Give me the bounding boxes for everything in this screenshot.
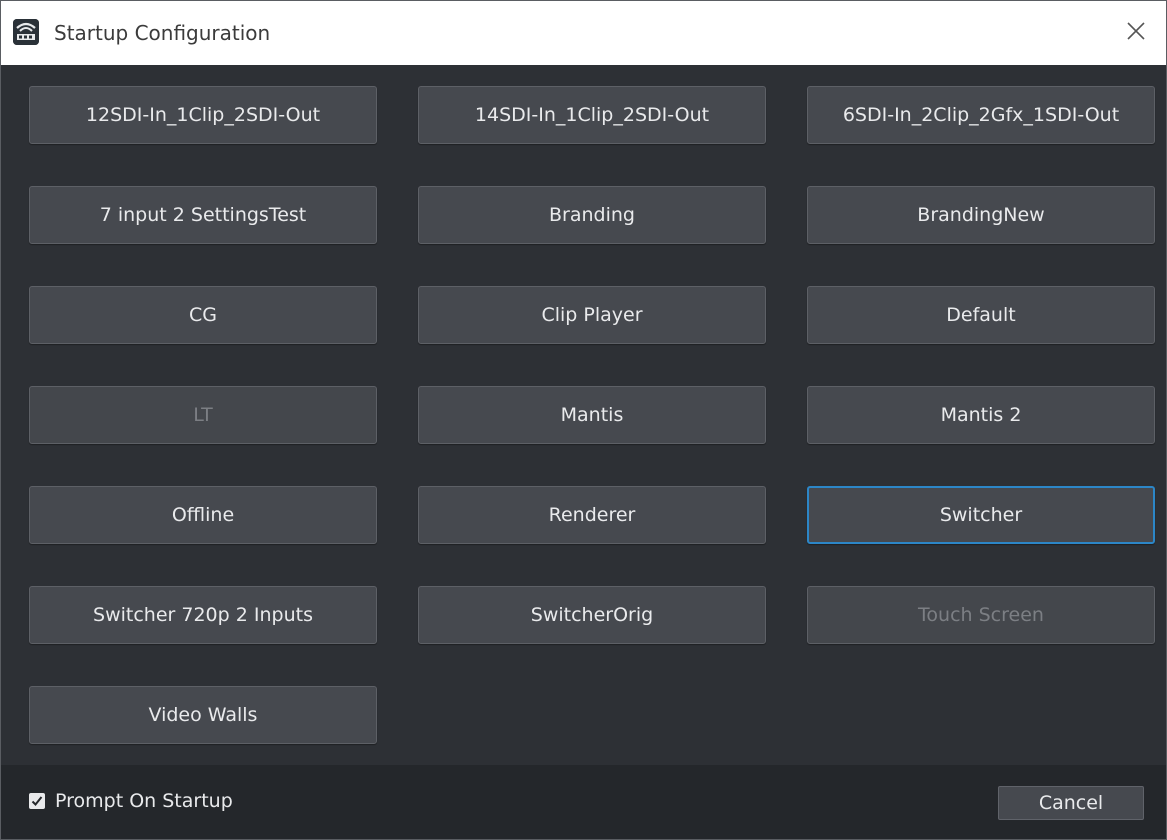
title-bar: Startup Configuration	[1, 1, 1166, 65]
config-12sdi-in-1clip-2sdi-out-button[interactable]: 12SDI-In_1Clip_2SDI-Out	[29, 86, 377, 144]
cancel-button[interactable]: Cancel	[998, 786, 1144, 820]
config-renderer-button[interactable]: Renderer	[418, 486, 766, 544]
dialog-footer: Prompt On Startup Cancel	[1, 765, 1166, 839]
config-lt-button: LT	[29, 386, 377, 444]
close-icon	[1126, 21, 1146, 45]
config-switcherorig-button[interactable]: SwitcherOrig	[418, 586, 766, 644]
config-branding-button[interactable]: Branding	[418, 186, 766, 244]
close-button[interactable]	[1106, 1, 1166, 65]
config-switcher-button[interactable]: Switcher	[807, 486, 1155, 544]
app-logo-icon	[13, 19, 39, 45]
prompt-on-startup-label[interactable]: Prompt On Startup	[55, 788, 233, 814]
configuration-grid: 12SDI-In_1Clip_2SDI-Out 14SDI-In_1Clip_2S…	[29, 86, 1156, 744]
config-mantis-2-button[interactable]: Mantis 2	[807, 386, 1155, 444]
config-default-button[interactable]: Default	[807, 286, 1155, 344]
prompt-on-startup-checkbox[interactable]	[29, 793, 45, 809]
config-switcher-720p-2-inputs-button[interactable]: Switcher 720p 2 Inputs	[29, 586, 377, 644]
config-cg-button[interactable]: CG	[29, 286, 377, 344]
config-video-walls-button[interactable]: Video Walls	[29, 686, 377, 744]
config-offline-button[interactable]: Offline	[29, 486, 377, 544]
config-6sdi-in-2clip-2gfx-1sdi-out-button[interactable]: 6SDI-In_2Clip_2Gfx_1SDI-Out	[807, 86, 1155, 144]
window-title: Startup Configuration	[54, 21, 271, 45]
config-touch-screen-button: Touch Screen	[807, 586, 1155, 644]
config-brandingnew-button[interactable]: BrandingNew	[807, 186, 1155, 244]
config-mantis-button[interactable]: Mantis	[418, 386, 766, 444]
checkmark-icon	[31, 792, 43, 811]
config-14sdi-in-1clip-2sdi-out-button[interactable]: 14SDI-In_1Clip_2SDI-Out	[418, 86, 766, 144]
config-clip-player-button[interactable]: Clip Player	[418, 286, 766, 344]
config-7-input-2-settingstest-button[interactable]: 7 input 2 SettingsTest	[29, 186, 377, 244]
startup-configuration-dialog: Startup Configuration 12SDI-In_1Clip_2SD…	[0, 0, 1167, 840]
